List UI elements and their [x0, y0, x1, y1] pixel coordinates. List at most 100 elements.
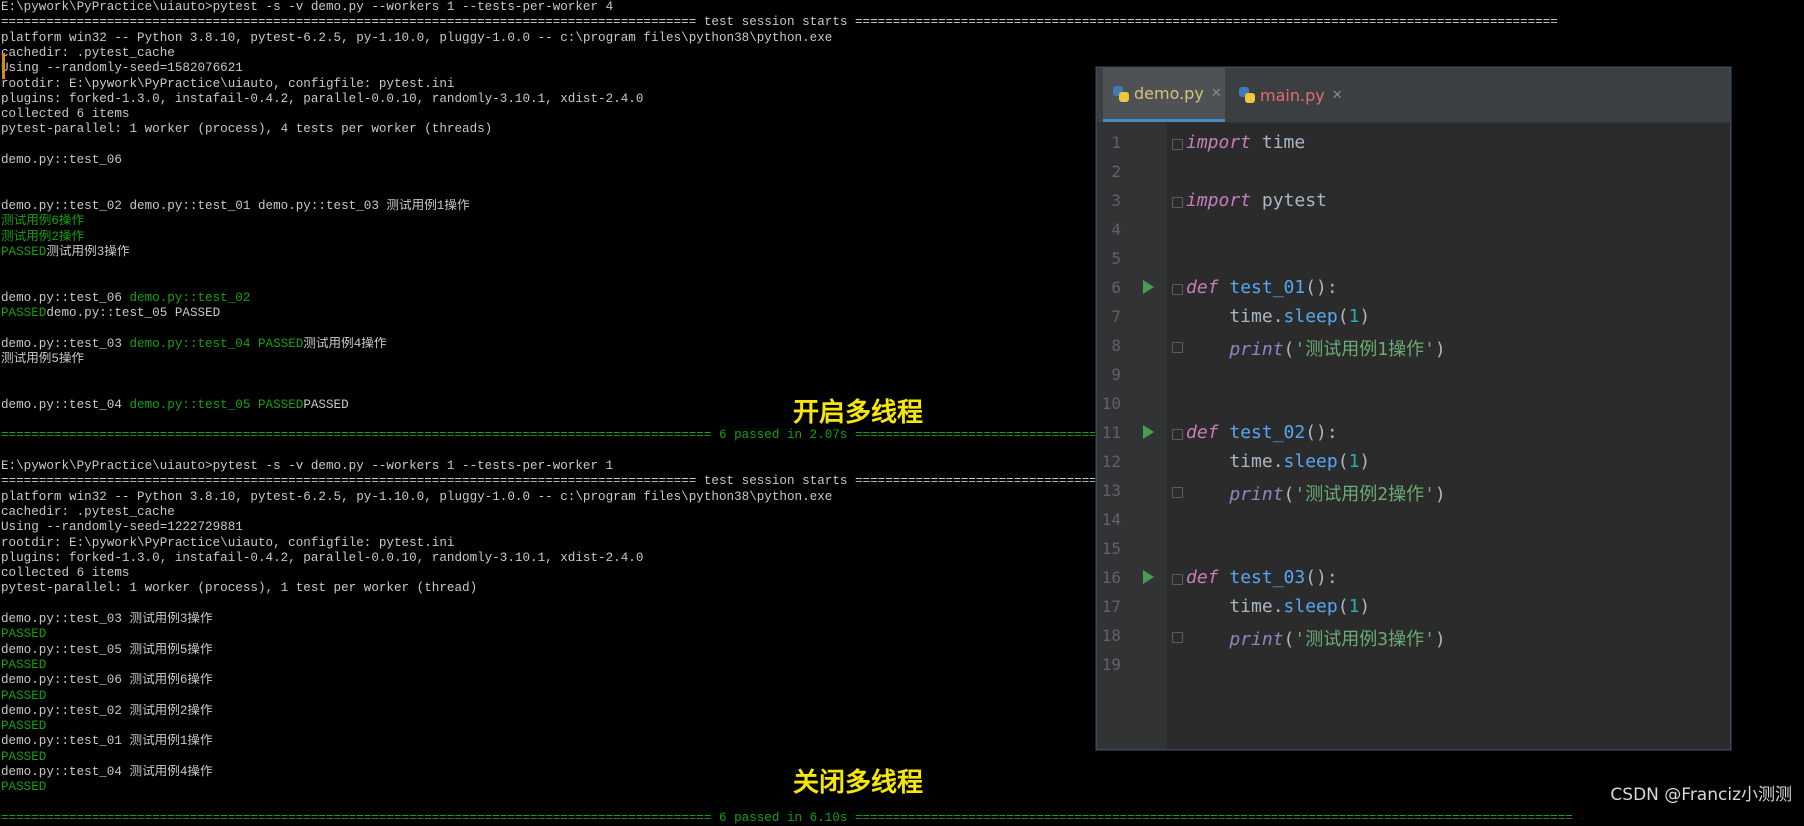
line-number: 16	[1101, 568, 1121, 587]
code-token: print	[1229, 629, 1284, 650]
terminal-line: E:\pywork\PyPractice\uiauto>pytest -s -v…	[1, 459, 614, 473]
line-number: 10	[1101, 394, 1121, 413]
fold-icon[interactable]	[1172, 487, 1183, 498]
watermark: CSDN @Franciz小测测	[1610, 785, 1792, 805]
terminal-line: PASSED	[1, 688, 47, 703]
fold-icon[interactable]	[1172, 197, 1183, 208]
terminal-line: collected 6 items	[1, 566, 130, 581]
code-line: def test_02():	[1186, 422, 1338, 443]
python-file-icon	[1113, 85, 1129, 102]
code-token: )	[1434, 339, 1446, 360]
code-editor-panel: demo.py ✕ main.py ✕ 1 2 3 4 5 6 7 8 9 10 11 12 13 14 1…	[1096, 67, 1731, 750]
terminal-line: platform win32 -- Python 3.8.10, pytest-…	[1, 30, 833, 45]
line-number: 6	[1111, 278, 1121, 297]
fold-icon[interactable]	[1172, 429, 1183, 440]
gutter-line: 15	[1097, 539, 1167, 568]
terminal-line: 测试用例6操作	[1, 214, 85, 229]
gutter-line: 9	[1097, 365, 1167, 394]
close-icon[interactable]: ✕	[1211, 86, 1222, 101]
code-token: import	[1186, 132, 1252, 153]
gutter-line: 8	[1097, 336, 1167, 365]
terminal-line: rootdir: E:\pywork\PyPractice\uiauto, co…	[1, 76, 455, 91]
code-token: 1	[1348, 596, 1360, 617]
fold-icon[interactable]	[1172, 342, 1183, 353]
terminal-text: demo.py::test_06	[1, 290, 130, 305]
line-number: 12	[1101, 452, 1121, 471]
gutter-line: 7	[1097, 307, 1167, 336]
line-number: 13	[1101, 481, 1121, 500]
terminal-line: demo.py::test_03 测试用例3操作	[1, 612, 213, 626]
terminal-line: collected 6 items	[1, 107, 130, 122]
terminal-line: demo.py::test_01 测试用例1操作	[1, 734, 213, 749]
terminal-text: demo.py::test_05 PASSED	[46, 306, 221, 320]
terminal-line: E:\pywork\PyPractice\uiauto>pytest -s -v…	[1, 0, 614, 14]
code-token: )	[1359, 596, 1371, 617]
tab-main-py[interactable]: main.py ✕	[1231, 68, 1343, 122]
terminal-text: demo.py::test_05 PASSED	[129, 397, 304, 412]
terminal-line: PASSED	[1, 749, 47, 764]
tab-label: demo.py	[1134, 84, 1204, 103]
terminal-separator: ========================================…	[1, 15, 1558, 30]
run-test-icon[interactable]	[1143, 570, 1154, 584]
fold-icon[interactable]	[1172, 284, 1183, 295]
terminal-line: demo.py::test_04 测试用例4操作	[1, 765, 213, 779]
code-line: time.sleep(1)	[1186, 306, 1370, 327]
terminal-text: PASSED	[1, 244, 47, 259]
fold-icon[interactable]	[1172, 574, 1183, 585]
terminal-line: demo.py::test_04 demo.py::test_05 PASSED…	[1, 398, 349, 413]
line-number: 11	[1101, 423, 1121, 442]
line-number: 2	[1111, 162, 1121, 181]
code-token: sleep	[1283, 596, 1338, 617]
code-line: time.sleep(1)	[1186, 596, 1370, 617]
code-line: print('测试用例3操作')	[1186, 625, 1445, 651]
gutter-line: 18	[1097, 626, 1167, 655]
run-test-icon[interactable]	[1143, 425, 1154, 439]
terminal-line: pytest-parallel: 1 worker (process), 4 t…	[1, 122, 493, 137]
line-number: 4	[1111, 220, 1121, 239]
fold-icon[interactable]	[1172, 632, 1183, 643]
run-test-icon[interactable]	[1143, 280, 1154, 294]
code-token: '测试用例3操作'	[1294, 629, 1435, 650]
code-token: (	[1283, 339, 1295, 360]
code-token: 1	[1348, 451, 1360, 472]
terminal-line: demo.py::test_02 测试用例2操作	[1, 703, 213, 718]
terminal-line: demo.py::test_06 测试用例6操作	[1, 673, 213, 688]
close-icon[interactable]: ✕	[1332, 88, 1343, 103]
code-line: import pytest	[1186, 190, 1327, 211]
terminal-cursor	[2, 53, 5, 79]
code-line: def test_03():	[1186, 567, 1338, 588]
terminal-line: rootdir: E:\pywork\PyPractice\uiauto, co…	[1, 535, 455, 550]
code-line: print('测试用例2操作')	[1186, 480, 1445, 506]
code-token: time.	[1186, 596, 1284, 617]
code-token: def	[1186, 422, 1219, 443]
code-line: def test_01():	[1186, 277, 1338, 298]
callout-enable-multithread: 开启多线程	[793, 398, 924, 428]
editor-gutter: 1 2 3 4 5 6 7 8 9 10 11 12 13 14 15 16 17 18 19	[1097, 123, 1167, 749]
line-number: 17	[1101, 597, 1121, 616]
terminal-text: demo.py::test_04	[1, 397, 130, 412]
code-token: test_02	[1229, 422, 1306, 443]
gutter-line: 16	[1097, 568, 1167, 597]
editor-tab-bar: demo.py ✕ main.py ✕	[1097, 68, 1730, 123]
terminal-separator: ========================================…	[1, 810, 1573, 825]
tab-demo-py[interactable]: demo.py ✕	[1103, 68, 1225, 122]
fold-icon[interactable]	[1172, 139, 1183, 150]
line-number: 1	[1111, 133, 1121, 152]
gutter-line: 17	[1097, 597, 1167, 626]
terminal-line: platform win32 -- Python 3.8.10, pytest-…	[1, 489, 833, 504]
line-number: 5	[1111, 249, 1121, 268]
terminal-line: Using --randomly-seed=1222729881	[1, 520, 243, 535]
line-number: 9	[1111, 365, 1121, 384]
code-token: 1	[1348, 306, 1360, 327]
line-number: 15	[1101, 539, 1121, 558]
terminal-line: demo.py::test_06	[1, 153, 122, 167]
gutter-line: 1	[1097, 133, 1167, 162]
code-token: (	[1337, 306, 1349, 327]
terminal-text: demo.py::test_02	[129, 290, 251, 305]
gutter-line: 6	[1097, 278, 1167, 307]
terminal-line: plugins: forked-1.3.0, instafail-0.4.2, …	[1, 550, 644, 565]
